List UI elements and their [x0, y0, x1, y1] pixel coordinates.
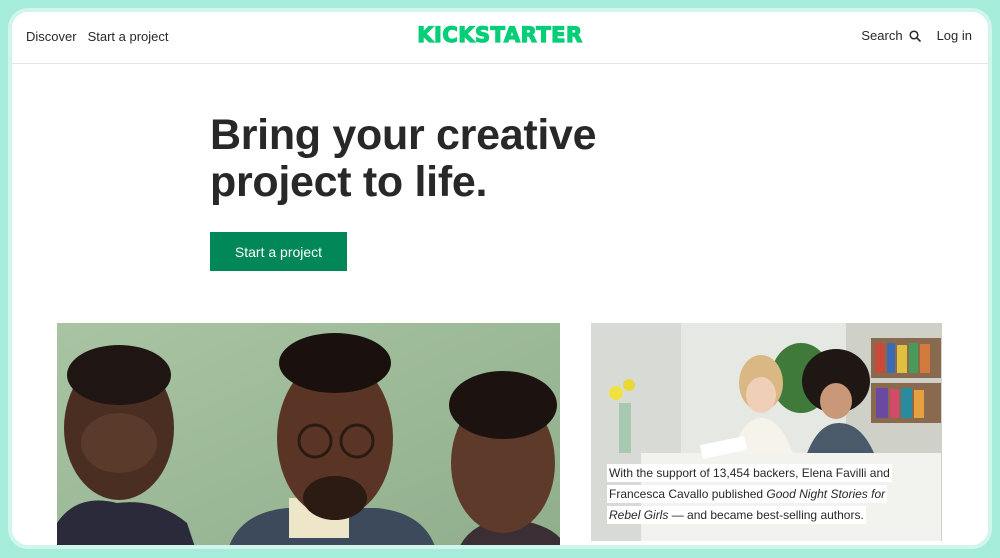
hero-line-1: Bring your creative — [210, 111, 597, 159]
search-button[interactable]: Search — [861, 28, 921, 43]
start-project-link[interactable]: Start a project — [88, 29, 169, 44]
login-link[interactable]: Log in — [937, 28, 972, 43]
kickstarter-logo[interactable]: KICKSTARTER — [417, 22, 583, 47]
nav-right: Search Log in — [861, 28, 972, 43]
search-icon — [909, 29, 921, 42]
creators-illustration — [57, 323, 560, 545]
featured-photo-creators — [57, 323, 560, 545]
photo-caption: With the support of 13,454 backers, Elen… — [607, 463, 909, 526]
caption-part-2: — and became best-selling authors. — [668, 508, 864, 522]
hero-line-2: project to life. — [210, 158, 488, 206]
start-project-button[interactable]: Start a project — [210, 232, 347, 271]
caption-text: With the support of 13,454 backers, Elen… — [607, 464, 892, 524]
discover-link[interactable]: Discover — [26, 29, 77, 44]
top-nav: Discover Start a project KICKSTARTER Sea… — [12, 12, 988, 64]
browser-frame: Discover Start a project KICKSTARTER Sea… — [8, 8, 992, 549]
nav-left: Discover Start a project — [26, 29, 169, 44]
search-label: Search — [861, 28, 903, 43]
hero-heading: Bring your creative project to life. — [210, 112, 650, 206]
